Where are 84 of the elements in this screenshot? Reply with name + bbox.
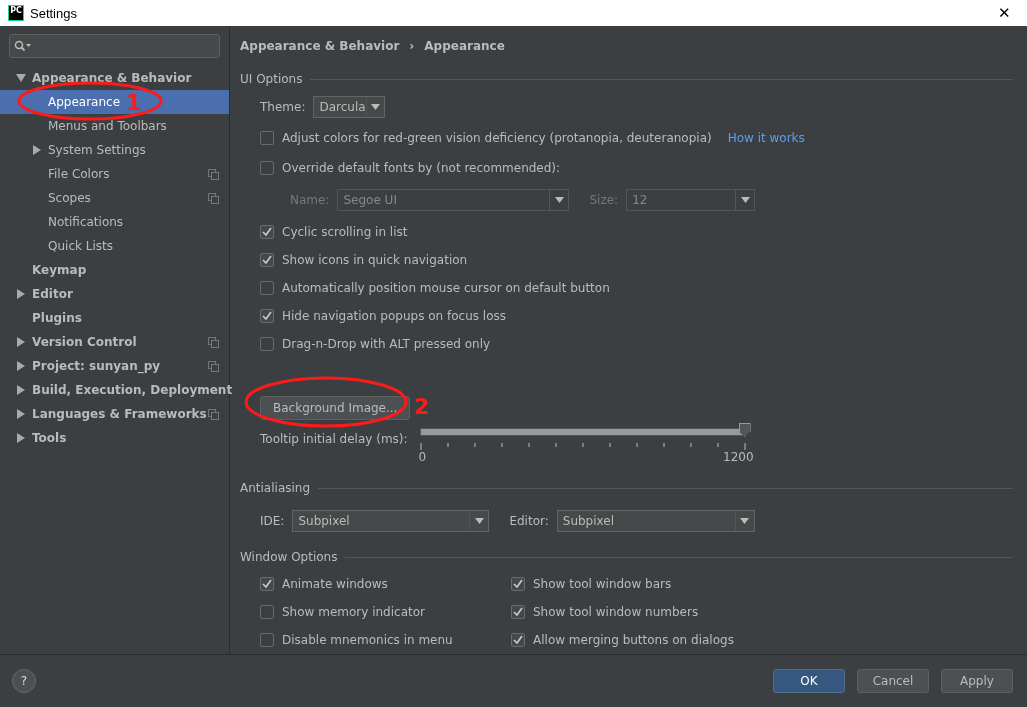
ide-antialiasing-dropdown[interactable]: Subpixel — [292, 509, 490, 532]
sidebar-item[interactable]: Keymap — [0, 258, 229, 282]
checkbox[interactable] — [260, 130, 274, 145]
app-logo: PC — [8, 5, 24, 21]
checkbox[interactable] — [260, 633, 274, 647]
how-it-works-link[interactable]: How it works — [727, 130, 805, 145]
checkbox-label: Show memory indicator — [282, 605, 425, 619]
checkbox[interactable] — [260, 160, 274, 175]
slider-thumb[interactable] — [738, 422, 751, 437]
checkbox[interactable] — [260, 280, 274, 295]
caret-icon — [554, 196, 564, 203]
sidebar-item[interactable]: File Colors — [0, 162, 229, 186]
font-name-label: Name: — [290, 192, 330, 207]
font-size-label: Size: — [589, 192, 619, 207]
editor-label: Editor: — [509, 513, 549, 528]
checkbox[interactable] — [260, 605, 274, 619]
checkbox-label: Adjust colors for red-green vision deficiency (protanopia, deuteranopia) — [282, 130, 712, 145]
caret-icon — [740, 196, 750, 203]
checkbox-label: Show tool window bars — [533, 577, 672, 591]
checkbox[interactable] — [511, 605, 525, 619]
checkbox[interactable] — [260, 577, 274, 591]
checkbox-label: Automatically position mouse cursor on default button — [282, 280, 610, 295]
checkbox-label: Cyclic scrolling in list — [282, 224, 408, 239]
breadcrumb-item: Appearance & Behavior — [240, 39, 400, 54]
checkbox[interactable] — [260, 308, 274, 323]
checkbox-label: Show tool window numbers — [533, 605, 699, 619]
dialog-button[interactable]: Apply — [941, 669, 1013, 693]
ide-label: IDE: — [260, 513, 285, 528]
checkbox[interactable] — [260, 252, 274, 267]
background-image-button[interactable]: Background Image... — [260, 395, 411, 420]
section-title: Antialiasing — [240, 481, 311, 496]
close-button[interactable]: ✕ — [981, 0, 1027, 26]
search-icon — [14, 40, 32, 52]
caret-icon — [474, 517, 484, 524]
search-field[interactable] — [9, 34, 220, 58]
sidebar-item[interactable]: Project: sunyan_py — [0, 354, 229, 378]
caret-icon — [371, 103, 380, 110]
sidebar-item[interactable]: Languages & Frameworks — [0, 402, 229, 426]
sidebar-item[interactable]: Plugins — [0, 306, 229, 330]
sidebar-item[interactable]: Quick Lists — [0, 234, 229, 258]
checkbox-label: Animate windows — [282, 577, 388, 591]
checkbox-label: Show icons in quick navigation — [282, 252, 468, 267]
sidebar-item[interactable]: Scopes — [0, 186, 229, 210]
caret-icon — [740, 517, 750, 524]
editor-antialiasing-dropdown[interactable]: Subpixel — [556, 509, 755, 532]
sidebar-item[interactable]: Editor — [0, 282, 229, 306]
help-button[interactable]: ? — [12, 669, 36, 693]
slider-max-label: 1200 — [723, 449, 754, 464]
checkbox[interactable] — [260, 224, 274, 239]
tooltip-delay-label: Tooltip initial delay (ms): — [260, 431, 408, 446]
section-title: UI Options — [240, 72, 303, 87]
checkbox[interactable] — [511, 577, 525, 591]
checkbox[interactable] — [511, 633, 525, 647]
dialog-button[interactable]: Cancel — [857, 669, 929, 693]
annotation-number: 2 — [414, 395, 430, 418]
breadcrumb-separator: › — [409, 39, 415, 54]
sidebar-item[interactable]: Tools — [0, 426, 229, 450]
theme-dropdown[interactable]: Darcula — [313, 95, 386, 118]
collapsed-arrow-icon[interactable] — [16, 409, 26, 419]
breadcrumb-item: Appearance — [424, 39, 505, 54]
sidebar-item[interactable]: Appearance & Behavior — [0, 66, 229, 90]
sidebar-item[interactable]: System Settings — [0, 138, 229, 162]
sidebar-item[interactable]: Menus and Toolbars — [0, 114, 229, 138]
sidebar-item[interactable]: Version Control — [0, 330, 229, 354]
collapsed-arrow-icon[interactable] — [16, 337, 26, 347]
checkbox-label: Override default fonts by (not recommended): — [282, 160, 561, 175]
checkbox-label: Allow merging buttons on dialogs — [533, 633, 734, 647]
collapsed-arrow-icon[interactable] — [16, 433, 26, 443]
dialog-button[interactable]: OK — [773, 669, 845, 693]
checkbox[interactable] — [260, 336, 274, 351]
slider-min-label: 0 — [418, 449, 427, 464]
checkbox-label: Hide navigation popups on focus loss — [282, 308, 506, 323]
collapsed-arrow-icon[interactable] — [16, 289, 26, 299]
collapsed-arrow-icon[interactable] — [16, 361, 26, 371]
window-title: Settings — [30, 5, 78, 21]
sidebar-item[interactable]: Notifications — [0, 210, 229, 234]
expanded-arrow-icon[interactable] — [16, 73, 26, 83]
section-title: Window Options — [240, 550, 338, 565]
collapsed-arrow-icon[interactable] — [16, 385, 26, 395]
checkbox-label: Disable mnemonics in menu — [282, 633, 453, 647]
annotation-number: 1 — [126, 92, 142, 114]
theme-label: Theme: — [260, 99, 306, 114]
collapsed-arrow-icon[interactable] — [32, 145, 42, 155]
checkbox-label: Drag-n-Drop with ALT pressed only — [282, 336, 491, 351]
